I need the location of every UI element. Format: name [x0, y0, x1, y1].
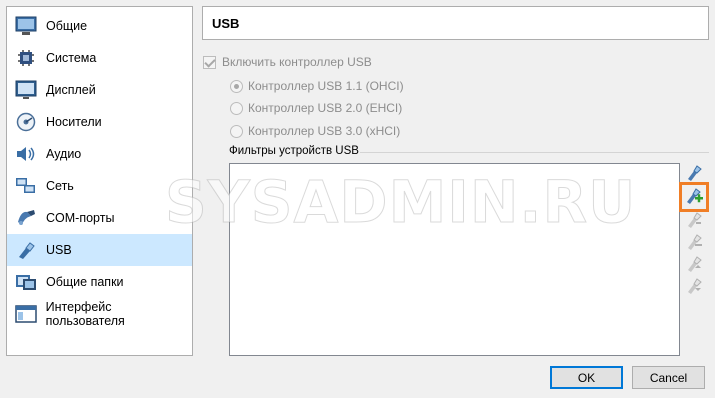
settings-sidebar: Общие Система Дисплей Носители Аудио Сет…: [6, 6, 193, 356]
radio-button[interactable]: [230, 101, 243, 115]
sidebar-item-label: Интерфейс пользователя: [45, 300, 125, 328]
usb-filters-list[interactable]: [229, 163, 680, 356]
cancel-button[interactable]: Cancel: [632, 366, 705, 389]
move-up-filter-icon: [685, 255, 703, 276]
sidebar-item-system[interactable]: Система: [7, 42, 192, 74]
user-interface-icon: [14, 302, 38, 326]
page-header: USB: [202, 6, 709, 40]
sidebar-item-label: COM-порты: [46, 211, 115, 225]
general-icon: [14, 14, 38, 38]
edit-filter-button[interactable]: [683, 210, 705, 232]
sidebar-item-label: Аудио: [46, 147, 82, 161]
sidebar-item-label: Дисплей: [46, 83, 96, 97]
add-device-filter-icon: [684, 186, 704, 209]
serial-ports-icon: [14, 206, 38, 230]
section-divider: [360, 152, 709, 153]
radio-usb-2-0[interactable]: Контроллер USB 2.0 (EHCI): [230, 100, 402, 116]
storage-icon: [14, 110, 38, 134]
radio-label: Контроллер USB 1.1 (OHCI): [248, 79, 404, 93]
radio-button[interactable]: [230, 124, 243, 138]
remove-filter-button[interactable]: [683, 232, 705, 254]
usb-icon: [14, 238, 38, 262]
sidebar-item-user-interface[interactable]: Интерфейс пользователя: [7, 298, 192, 330]
move-up-filter-button[interactable]: [683, 254, 705, 276]
enable-usb-controller-checkbox[interactable]: Включить контроллер USB: [203, 54, 372, 70]
usb-filters-title: Фильтры устройств USB: [229, 145, 359, 157]
sidebar-item-label: Общие папки: [46, 275, 124, 289]
display-icon: [14, 78, 38, 102]
audio-icon: [14, 142, 38, 166]
radio-label: Контроллер USB 2.0 (EHCI): [248, 101, 403, 115]
sidebar-item-network[interactable]: Сеть: [7, 170, 192, 202]
sidebar-item-serial-ports[interactable]: COM-порты: [7, 202, 192, 234]
network-icon: [14, 174, 38, 198]
sidebar-item-label: Система: [46, 51, 97, 65]
checkbox-box[interactable]: [203, 55, 216, 69]
sidebar-item-storage[interactable]: Носители: [7, 106, 192, 138]
move-down-filter-icon: [685, 277, 703, 298]
add-device-filter-button[interactable]: [679, 182, 709, 212]
sidebar-item-shared-folders[interactable]: Общие папки: [7, 266, 192, 298]
edit-filter-icon: [685, 211, 703, 232]
sidebar-item-audio[interactable]: Аудио: [7, 138, 192, 170]
ok-button[interactable]: OK: [550, 366, 623, 389]
enable-usb-controller-label: Включить контроллер USB: [222, 55, 372, 69]
radio-usb-1-1[interactable]: Контроллер USB 1.1 (OHCI): [230, 78, 404, 94]
page-title: USB: [212, 15, 240, 31]
sidebar-item-general[interactable]: Общие: [7, 10, 192, 42]
shared-folders-icon: [14, 270, 38, 294]
sidebar-item-label: Сеть: [46, 179, 74, 193]
radio-button[interactable]: [230, 79, 243, 93]
sidebar-item-display[interactable]: Дисплей: [7, 74, 192, 106]
system-icon: [14, 46, 38, 70]
radio-usb-3-0[interactable]: Контроллер USB 3.0 (xHCI): [230, 123, 400, 139]
sidebar-item-label: USB: [46, 243, 72, 257]
radio-label: Контроллер USB 3.0 (xHCI): [248, 124, 401, 138]
sidebar-item-label: Носители: [46, 115, 102, 129]
remove-filter-icon: [685, 233, 703, 254]
move-down-filter-button[interactable]: [683, 276, 705, 298]
sidebar-item-usb[interactable]: USB: [7, 234, 192, 266]
sidebar-item-label: Общие: [46, 19, 88, 33]
